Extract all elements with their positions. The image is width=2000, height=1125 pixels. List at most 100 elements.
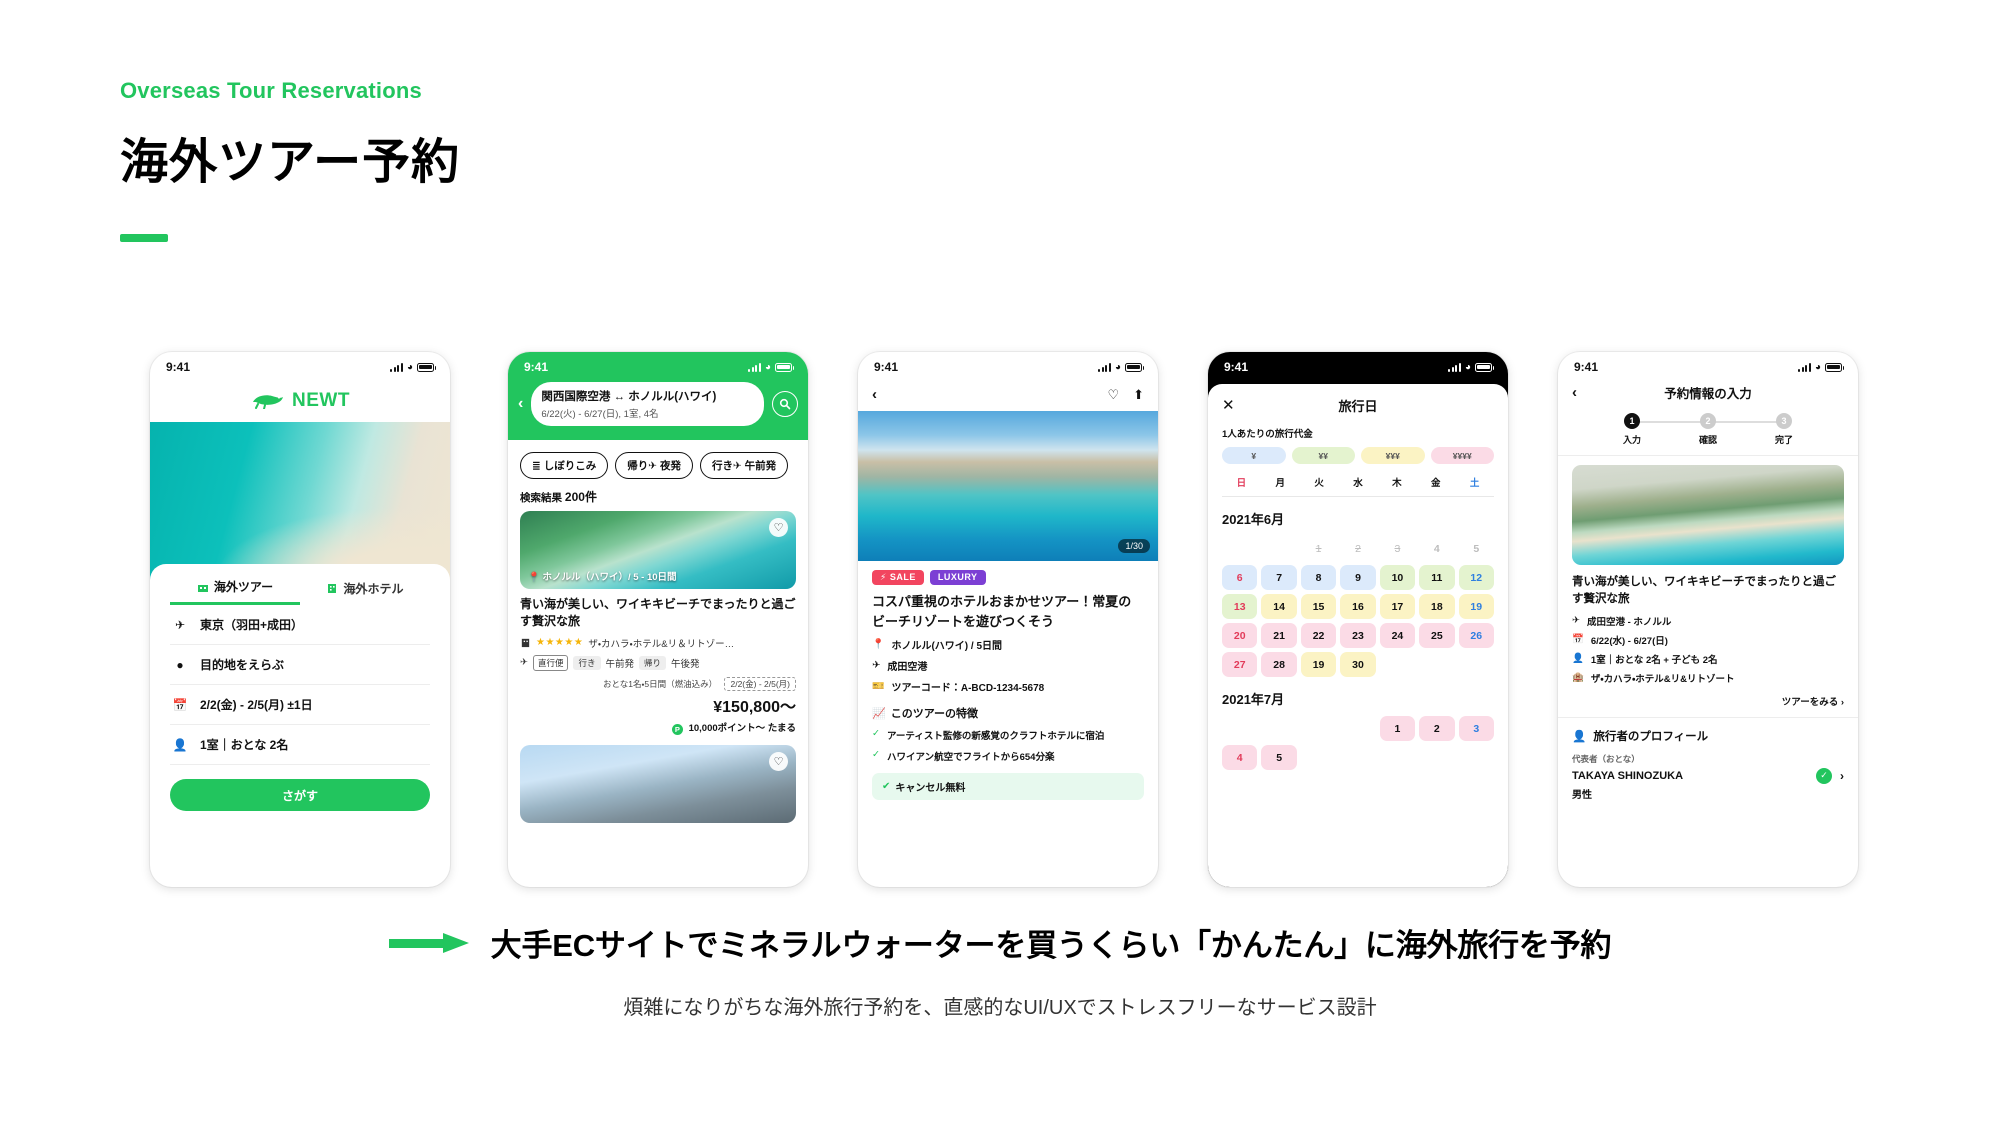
result-count: 200件 xyxy=(564,490,597,504)
calendar-day-cell[interactable]: 4 xyxy=(1419,536,1454,561)
search-button[interactable] xyxy=(772,391,798,417)
newt-logo: NEWT xyxy=(150,382,450,422)
tour-hotel-name: ザ・カハラ・ホテル&リ＆リトゾー… xyxy=(588,638,735,650)
calendar-day-cell[interactable]: 7 xyxy=(1261,565,1297,590)
calendar-day-cell[interactable]: 6 xyxy=(1222,565,1258,590)
chip-outbound[interactable]: 行き✈ 午前発 xyxy=(699,452,789,479)
calendar-header: ✕ 旅行日 xyxy=(1222,394,1494,416)
favorite-heart-icon[interactable]: ♡ xyxy=(1107,387,1119,403)
calendar-day-cell[interactable]: 16 xyxy=(1340,594,1376,619)
calendar-day-cell[interactable]: 2 xyxy=(1419,716,1455,741)
tour-points-row: P 10,000ポイント〜 たまる xyxy=(520,720,796,735)
detail-toolbar: ‹ ♡ ⬆ xyxy=(858,382,1158,411)
search-tabs: 海外ツアー 海外ホテル xyxy=(170,578,430,605)
tour-result-card[interactable]: ♡ 📍 ホノルル（ハワイ）/ 5 - 10日間 青い海が美しい、ワイキキビーチで… xyxy=(520,511,796,735)
phone-search-results: 9:41 ◕ ‹ 関西国際空港 ↔ ホノルル(ハワイ) 6/22(火) - 6/… xyxy=(508,352,808,887)
tab-overseas-hotel[interactable]: 海外ホテル xyxy=(300,578,430,605)
phone-home-search: 9:41 ◕ NEWT 海外ツアー 海外ホテル ✈ 東京（羽田+成田） ● 目的… xyxy=(150,352,450,887)
search-submit-button[interactable]: さがす xyxy=(170,779,430,811)
tour-meta-date: 2/2(金) - 2/5(月) xyxy=(724,676,796,691)
calendar-day-cell[interactable]: 12 xyxy=(1458,565,1494,590)
calendar-day-cell[interactable]: 5 xyxy=(1261,745,1297,770)
search-input[interactable]: 関西国際空港 ↔ ホノルル(ハワイ) 6/22(火) - 6/27(日), 1室… xyxy=(531,382,764,426)
calendar-day-cell[interactable]: 1 xyxy=(1379,716,1416,741)
calendar-day-cell[interactable]: 9 xyxy=(1340,565,1376,590)
check-icon: ✓ xyxy=(872,749,880,760)
field-destination[interactable]: ● 目的地をえらぶ xyxy=(170,645,430,685)
favorite-heart-icon[interactable]: ♡ xyxy=(769,518,788,537)
chip-return[interactable]: 帰り✈ 夜発 xyxy=(615,452,693,479)
status-time: 9:41 xyxy=(166,360,191,374)
booking-hotel: 🏨 ザ・カハラ・ホテル&リ&リトゾート xyxy=(1558,666,1858,685)
price-tier-3[interactable]: ¥¥¥ xyxy=(1361,447,1425,464)
calendar-day-cell[interactable]: 4 xyxy=(1222,745,1258,770)
tour-flight-row: ✈ 直行便 行き 午前発 帰り 午後発 xyxy=(520,654,796,671)
cancel-free-label: キャンセル無料 xyxy=(895,783,966,794)
calendar-day-cell[interactable]: 11 xyxy=(1419,565,1455,590)
check-badge-icon: ✔ xyxy=(882,781,891,792)
arrow-right-icon xyxy=(388,932,469,953)
chevron-right-icon[interactable]: › xyxy=(1840,769,1844,783)
back-icon[interactable]: ‹ xyxy=(518,396,523,412)
step-complete-label: 完了 xyxy=(1774,435,1793,445)
calendar-day-cell[interactable]: 25 xyxy=(1419,623,1455,648)
calendar-day-cell[interactable]: 19 xyxy=(1300,652,1337,677)
phone-booking-form: 9:41 ◕ ‹ 予約情報の入力 1 入力 2 確認 3 完了 青い海が美しい、… xyxy=(1558,352,1858,887)
calendar-day-cell[interactable]: 13 xyxy=(1222,594,1258,619)
step-confirm-number: 2 xyxy=(1700,413,1716,429)
calendar-day-cell[interactable]: 10 xyxy=(1379,565,1416,590)
signal-icon xyxy=(1098,362,1111,372)
phone-tour-detail: 9:41 ◕ ‹ ♡ ⬆ 1/30 ⚡ SALE LUXURY コスパ重視のホテ… xyxy=(858,352,1158,887)
calendar-day-cell[interactable]: 22 xyxy=(1300,623,1337,648)
back-icon[interactable]: ‹ xyxy=(872,386,877,403)
calendar-day-cell[interactable]: 24 xyxy=(1379,623,1416,648)
weekday-wed: 水 xyxy=(1353,478,1363,489)
calendar-day-cell[interactable]: 8 xyxy=(1300,565,1337,590)
favorite-heart-icon[interactable]: ♡ xyxy=(769,751,788,771)
representative-row[interactable]: TAKAYA SHINOZUKA ✓ › xyxy=(1558,765,1858,784)
field-dates[interactable]: 📅 2/2(金) - 2/5(月) ±1日 xyxy=(170,685,430,725)
booking-dates-value: 6/22(水) - 6/27(日) xyxy=(1590,635,1668,647)
calendar-day-cell: 1 xyxy=(1315,542,1322,555)
chip-filter[interactable]: ≣ しぼりこみ xyxy=(520,452,609,479)
calendar-day-cell[interactable]: 14 xyxy=(1261,594,1297,619)
calendar-day-cell[interactable]: 18 xyxy=(1419,594,1455,619)
calendar-day-cell[interactable]: 28 xyxy=(1261,652,1297,677)
field-dates-value: 2/2(金) - 2/5(月) ±1日 xyxy=(200,698,313,712)
booking-hotel-value: ザ・カハラ・ホテル&リ&リトゾート xyxy=(1590,673,1735,685)
page-title: 海外ツアー予約 xyxy=(120,136,461,189)
calendar-day-cell[interactable]: 5 xyxy=(1459,536,1494,561)
calendar-day-cell[interactable]: 26 xyxy=(1458,623,1494,648)
calendar-day-cell[interactable]: 3 xyxy=(1458,716,1494,741)
tour-points-text: 10,000ポイント〜 たまる xyxy=(688,722,796,734)
status-icons: ◕ xyxy=(390,362,436,373)
calendar-day-cell[interactable]: 19 xyxy=(1458,594,1494,619)
tour-thumbnail-london: ♡ xyxy=(520,744,796,823)
calendar-day-cell[interactable]: 30 xyxy=(1340,652,1376,677)
field-guests[interactable]: 👤 1室｜おとな 2名 xyxy=(170,725,430,765)
price-tier-4[interactable]: ¥¥¥¥ xyxy=(1430,447,1494,464)
calendar-day-cell[interactable]: 27 xyxy=(1222,652,1258,677)
tour-feature-heading-label: このツアーの特徴 xyxy=(890,708,979,720)
view-tour-link[interactable]: ツアーをみる › xyxy=(1558,685,1858,718)
price-tier-1[interactable]: ¥ xyxy=(1222,447,1286,464)
calendar-day-cell[interactable]: 15 xyxy=(1300,594,1337,619)
calendar-day-cell[interactable]: 20 xyxy=(1222,623,1258,648)
tab-overseas-tour[interactable]: 海外ツアー xyxy=(170,578,300,605)
share-icon[interactable]: ⬆ xyxy=(1133,387,1144,403)
status-bar: 9:41 ◕ xyxy=(1208,352,1508,382)
footer-headline: 大手ECサイトでミネラルウォーターを買うくらい「かんたん」に海外旅行を予約 xyxy=(490,928,1612,963)
calendar-day-cell[interactable]: 21 xyxy=(1261,623,1297,648)
point-icon: P xyxy=(671,723,683,735)
status-icons: ◕ xyxy=(1098,362,1144,373)
tour-thumbnail: ♡ 📍 ホノルル（ハワイ）/ 5 - 10日間 xyxy=(520,511,796,589)
status-time: 9:41 xyxy=(1224,360,1249,374)
flight-tag-return: 帰り xyxy=(639,655,667,670)
status-bar: 9:41 ◕ xyxy=(150,352,450,382)
month-label-july: 2021年7月 xyxy=(1222,692,1285,707)
price-tier-2[interactable]: ¥¥ xyxy=(1291,447,1355,464)
tour-result-card-secondary[interactable]: ♡ xyxy=(520,744,796,823)
calendar-day-cell[interactable]: 23 xyxy=(1340,623,1376,648)
calendar-day-cell[interactable]: 17 xyxy=(1379,594,1416,619)
field-departure[interactable]: ✈ 東京（羽田+成田） xyxy=(170,605,430,645)
